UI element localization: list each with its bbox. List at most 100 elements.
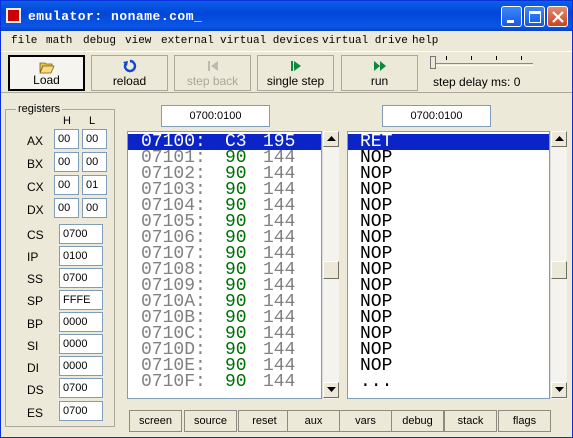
- run-button[interactable]: run: [341, 55, 418, 91]
- register-sp-field[interactable]: FFFE: [59, 290, 103, 310]
- step-back-button[interactable]: step back: [174, 55, 251, 91]
- screen-button[interactable]: screen: [129, 410, 182, 432]
- arrow-down-icon: [555, 387, 564, 392]
- registers-title: registers: [16, 103, 63, 115]
- menu-virtual-devices[interactable]: virtual devices: [220, 35, 319, 47]
- memory-list[interactable]: 07100: C3 195 07101: 90 144 07102: 90 144 07103: 9…: [127, 131, 322, 399]
- register-es-field[interactable]: 0700: [59, 401, 103, 421]
- arrow-down-icon: [327, 387, 336, 392]
- step-back-icon: [207, 61, 218, 71]
- close-button[interactable]: [547, 6, 568, 27]
- source-button[interactable]: source: [184, 410, 237, 432]
- high-byte-header: H: [63, 115, 71, 127]
- maximize-button[interactable]: [524, 6, 545, 27]
- run-icon: [373, 61, 386, 71]
- register-sp-label: SP: [27, 294, 44, 308]
- register-cl-field[interactable]: 01: [82, 175, 107, 195]
- disassembly-scrollbar[interactable]: [550, 131, 567, 399]
- disassembly-address-input[interactable]: 0700:0100: [382, 105, 491, 127]
- register-cs-label: CS: [27, 228, 44, 242]
- debug-button[interactable]: debug: [391, 410, 444, 432]
- memory-address: 0710F:: [141, 372, 206, 392]
- window-title: emulator: noname.com_: [28, 9, 203, 24]
- memory-scroll-up[interactable]: [323, 131, 339, 147]
- app-icon: [6, 8, 21, 23]
- minimize-button[interactable]: [501, 6, 522, 27]
- register-si-field[interactable]: 0000: [59, 334, 103, 354]
- emulator-window: emulator: noname.com_ file math debug vi…: [0, 0, 573, 438]
- menu-help[interactable]: help: [412, 35, 438, 47]
- slider-tick: [446, 56, 447, 60]
- step-delay-label: step delay ms: 0: [433, 75, 521, 89]
- folder-open-icon: [38, 62, 55, 74]
- register-ss-label: SS: [27, 272, 44, 286]
- memory-address-input[interactable]: 0700:0100: [161, 105, 270, 127]
- step-delay-slider[interactable]: [433, 63, 533, 66]
- step-delay-slider-thumb[interactable]: [430, 56, 436, 69]
- memory-scroll-down[interactable]: [323, 382, 339, 398]
- menu-debug[interactable]: debug: [83, 35, 116, 47]
- disassembly-row[interactable]: ...: [348, 373, 549, 391]
- register-bx-label: BX: [27, 157, 44, 171]
- register-ax-label: AX: [27, 134, 44, 148]
- register-di-label: DI: [27, 361, 39, 375]
- close-icon: [552, 11, 564, 23]
- register-si-label: SI: [27, 339, 39, 353]
- register-ss-field[interactable]: 0700: [59, 268, 103, 288]
- menu-virtual-drive[interactable]: virtual drive: [322, 35, 408, 47]
- register-ah-field[interactable]: 00: [54, 129, 79, 149]
- step-back-label: step back: [186, 74, 239, 88]
- aux-button[interactable]: aux: [287, 410, 340, 432]
- reload-icon: [122, 59, 136, 73]
- register-cs-field[interactable]: 0700: [59, 224, 103, 244]
- memory-decimal-value: 144: [263, 372, 296, 392]
- load-button[interactable]: Load: [8, 55, 85, 91]
- register-dh-field[interactable]: 00: [54, 198, 79, 218]
- disassembly-list[interactable]: RET NOP NOP NOP NOP NOP NOP NOP NOP NOP NOP NOP NOP N…: [347, 131, 550, 399]
- register-ip-label: IP: [27, 250, 39, 264]
- register-dl-field[interactable]: 00: [82, 198, 107, 218]
- arrow-up-icon: [327, 136, 336, 141]
- maximize-icon: [529, 11, 541, 23]
- register-bh-field[interactable]: 00: [54, 152, 79, 172]
- disassembly-row[interactable]: [348, 390, 549, 398]
- register-es-label: ES: [27, 406, 44, 420]
- slider-tick: [521, 56, 522, 60]
- reset-button[interactable]: reset: [238, 410, 291, 432]
- disassembly-scroll-up[interactable]: [551, 131, 567, 147]
- load-label: Load: [33, 73, 60, 87]
- register-ch-field[interactable]: 00: [54, 175, 79, 195]
- single-step-label: single step: [266, 74, 325, 88]
- memory-row[interactable]: 0710F: 90 144: [128, 372, 321, 392]
- disassembly-scroll-thumb[interactable]: [551, 261, 567, 279]
- register-ds-field[interactable]: 0700: [59, 378, 103, 398]
- menu-external[interactable]: external: [161, 35, 214, 47]
- register-bp-field[interactable]: 0000: [59, 312, 103, 332]
- memory-scrollbar[interactable]: [322, 131, 339, 399]
- register-dx-label: DX: [27, 203, 44, 217]
- arrow-up-icon: [555, 136, 564, 141]
- single-step-button[interactable]: single step: [257, 55, 334, 91]
- register-ip-field[interactable]: 0100: [59, 246, 103, 266]
- memory-scroll-thumb[interactable]: [323, 261, 339, 279]
- menu-bar: file math debug view external virtual de…: [1, 32, 572, 51]
- menu-math[interactable]: math: [46, 35, 72, 47]
- stack-button[interactable]: stack: [444, 410, 497, 432]
- disassembly-scroll-down[interactable]: [551, 382, 567, 398]
- register-bp-label: BP: [27, 317, 44, 331]
- vars-button[interactable]: vars: [339, 410, 392, 432]
- register-ds-label: DS: [27, 383, 44, 397]
- register-di-field[interactable]: 0000: [59, 356, 103, 376]
- register-cx-label: CX: [27, 180, 44, 194]
- memory-hex-value: 90: [225, 372, 247, 392]
- reload-label: reload: [112, 74, 147, 88]
- title-bar[interactable]: emulator: noname.com_: [1, 1, 572, 31]
- minimize-icon: [507, 20, 514, 23]
- menu-view[interactable]: view: [125, 35, 151, 47]
- low-byte-header: L: [89, 115, 96, 127]
- register-bl-field[interactable]: 00: [82, 152, 107, 172]
- register-al-field[interactable]: 00: [82, 129, 107, 149]
- menu-file[interactable]: file: [11, 35, 37, 47]
- flags-button[interactable]: flags: [498, 410, 551, 432]
- reload-button[interactable]: reload: [91, 55, 168, 91]
